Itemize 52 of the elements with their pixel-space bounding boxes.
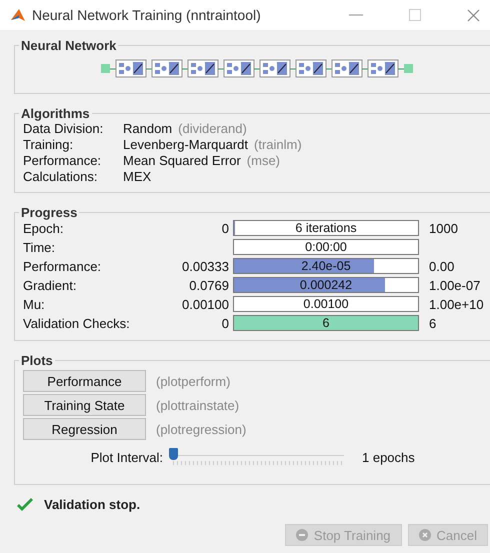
panel-title: Plots [20,353,54,368]
end-value: 1.00e+10 [428,296,485,312]
start-value: 0.0769 [188,278,229,292]
close-icon[interactable] [467,8,480,22]
plot-interval-value: 1 epochs [361,450,415,464]
algorithm-label: Performance: [23,153,102,168]
algorithm-label: Training: [23,137,74,152]
plot-button[interactable]: Performance [23,370,146,392]
start-value: 0 [220,316,229,330]
end-value: 1000 [428,220,459,236]
panel-title: Progress [20,205,78,220]
algorithm-label: Calculations: [23,169,98,184]
status-message: Validation stop. [44,497,140,512]
window-title: Neural Network Training (nntraintool) [32,7,262,23]
function-name: (plotregression) [156,422,246,436]
function-name: (plottrainstate) [156,398,240,412]
panel-title: Algorithms [20,106,91,121]
algorithm-value: Random [123,121,172,136]
algorithm-label: Data Division: [23,121,104,136]
start-value: 0 [220,220,229,236]
function-name: (trainlm) [254,137,302,152]
function-name: (plotperform) [156,374,230,388]
function-name: (mse) [246,153,280,168]
matlab-logo-icon [10,7,26,23]
algorithm-value: Mean Squared Error [123,153,241,168]
progress-reading: 2.40e-05 [300,259,352,273]
panel-title: Neural Network [20,38,118,53]
start-value: 0.00333 [181,258,229,274]
progress-label: Epoch: [23,220,64,236]
stop-icon [296,529,308,541]
progress-label: Mu: [23,296,46,312]
field-reading: 0:00:00 [304,240,348,254]
progress-label: Validation Checks: [23,316,131,330]
start-value: 0.00100 [181,296,229,312]
algorithm-value: MEX [123,169,152,184]
plot-interval-slider[interactable] [169,446,344,468]
progress-label: Performance: [23,258,102,274]
function-name: (dividerand) [178,121,247,136]
plot-button[interactable]: Training State [23,394,146,416]
plot-interval-label: Plot Interval: [90,450,164,464]
progress-reading: 6 iterations [294,221,358,235]
progress-label: Time: [23,240,56,254]
progress-reading: 6 [322,316,330,330]
plot-button[interactable]: Regression [23,418,146,440]
end-value: 6 [428,316,438,330]
progress-label: Gradient: [23,278,78,292]
algorithm-value: Levenberg-Marquardt [123,137,248,152]
end-value: 0.00 [428,258,456,274]
progress-reading: 0.000242 [298,278,354,292]
cancel-icon [418,529,431,541]
field-reading: 0.00100 [302,297,350,311]
end-value: 1.00e-07 [428,278,482,292]
